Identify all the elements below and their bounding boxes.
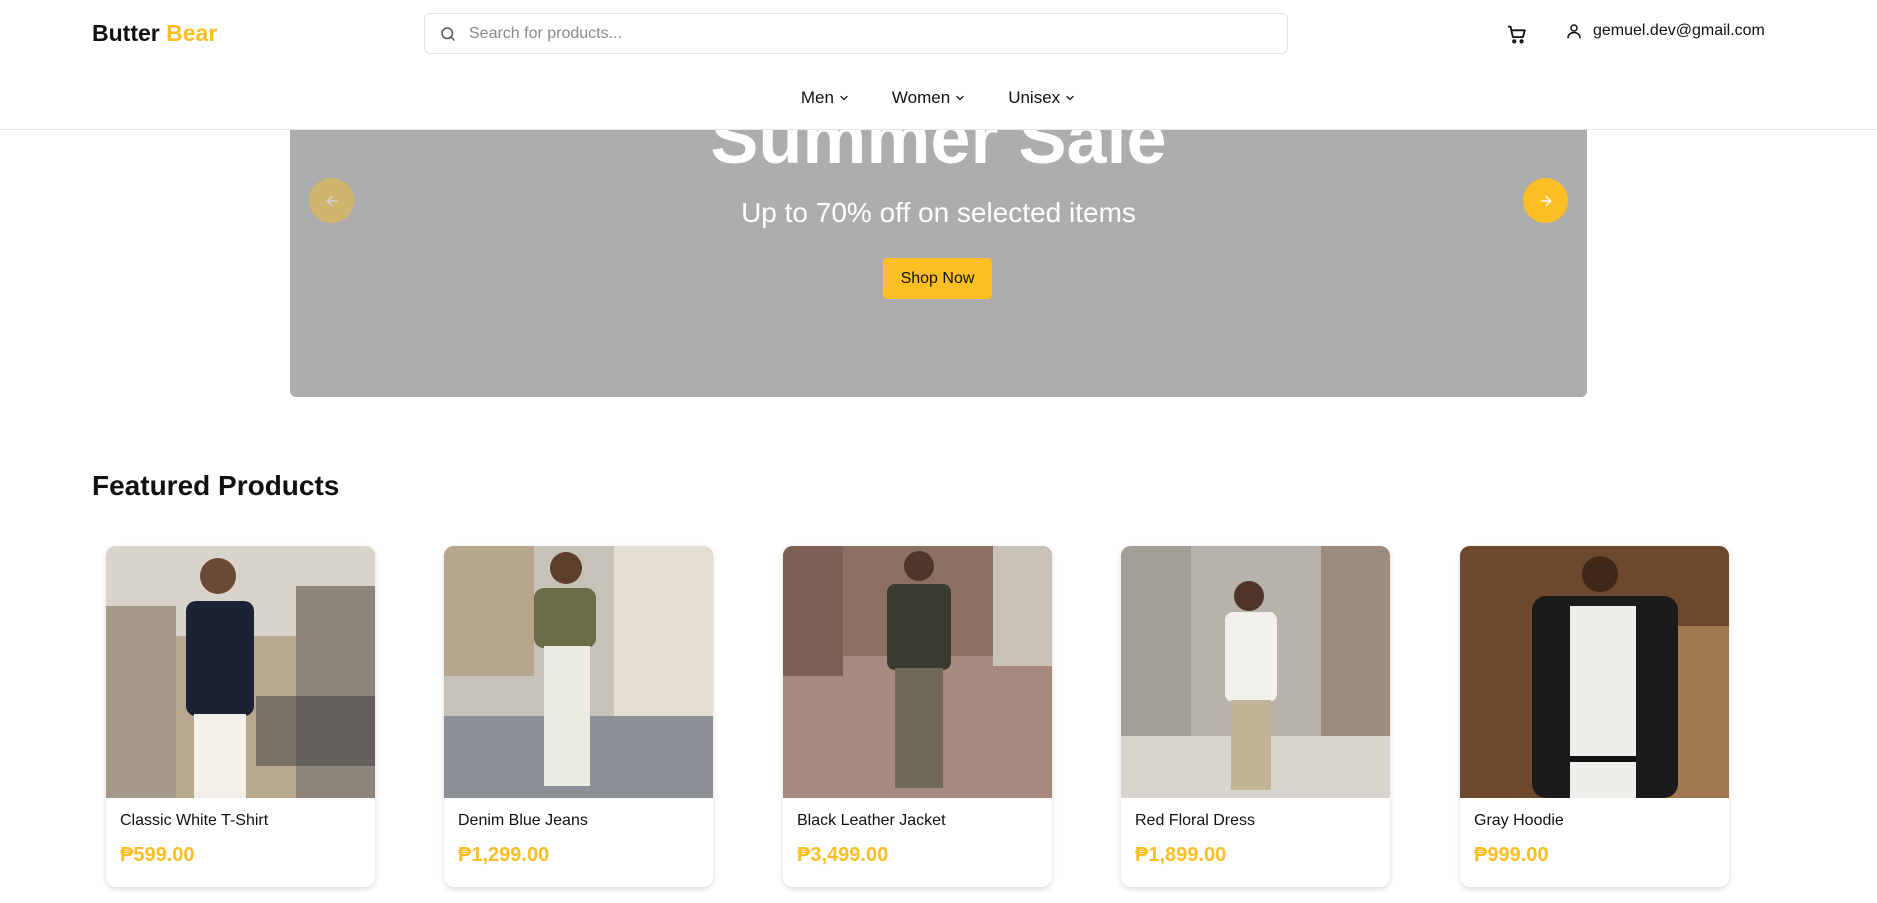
user-account[interactable]: gemuel.dev@gmail.com bbox=[1565, 22, 1765, 40]
brand-logo[interactable]: Butter Bear bbox=[92, 20, 217, 47]
product-image bbox=[1460, 546, 1729, 798]
hero-subtitle: Up to 70% off on selected items bbox=[741, 197, 1136, 228]
nav-item-label: Men bbox=[800, 88, 834, 107]
chevron-down-icon bbox=[1066, 95, 1074, 101]
product-name: Gray Hoodie bbox=[1474, 812, 1564, 829]
nav-item-label: Unisex bbox=[1008, 88, 1061, 107]
product-name: Classic White T-Shirt bbox=[120, 812, 269, 829]
product-image bbox=[783, 546, 1052, 798]
nav-item-label: Women bbox=[891, 88, 951, 107]
site-header: Butter Bear gemuel.dev@gmail.com Men Wom… bbox=[0, 0, 1877, 130]
product-price: ₱3,499.00 bbox=[797, 844, 889, 866]
product-card[interactable]: Black Leather Jacket ₱3,499.00 bbox=[783, 546, 1052, 887]
product-name: Black Leather Jacket bbox=[797, 812, 946, 829]
product-image bbox=[1121, 546, 1390, 798]
nav-item-unisex[interactable]: Unisex bbox=[1008, 88, 1076, 108]
product-card[interactable]: Red Floral Dress ₱1,899.00 bbox=[1121, 546, 1390, 887]
search-bar[interactable] bbox=[424, 13, 1288, 54]
carousel-next-button[interactable] bbox=[1523, 178, 1568, 223]
product-card[interactable]: Classic White T-Shirt ₱599.00 bbox=[106, 546, 375, 887]
product-card[interactable]: Denim Blue Jeans ₱1,299.00 bbox=[444, 546, 713, 887]
product-price: ₱999.00 bbox=[1474, 844, 1549, 866]
nav-item-women[interactable]: Women bbox=[892, 88, 966, 108]
cart-icon bbox=[1507, 25, 1526, 44]
product-name: Red Floral Dress bbox=[1135, 812, 1256, 829]
cart-button[interactable] bbox=[1506, 23, 1528, 45]
product-price: ₱1,299.00 bbox=[458, 844, 550, 866]
chevron-down-icon bbox=[956, 95, 964, 101]
product-price: ₱599.00 bbox=[120, 844, 195, 866]
category-nav: Men Women Unisex bbox=[0, 88, 1877, 108]
search-input[interactable] bbox=[469, 24, 1269, 43]
arrow-right-icon bbox=[1540, 195, 1551, 206]
arrow-left-icon bbox=[326, 195, 337, 206]
featured-products-title: Featured Products bbox=[92, 470, 340, 501]
product-name: Denim Blue Jeans bbox=[458, 812, 588, 829]
product-card[interactable]: Gray Hoodie ₱999.00 bbox=[1460, 546, 1729, 887]
user-icon bbox=[1567, 24, 1581, 39]
brand-name-primary: Butter bbox=[92, 20, 160, 46]
product-image bbox=[444, 546, 713, 798]
nav-item-men[interactable]: Men bbox=[801, 88, 850, 108]
brand-name-accent: Bear bbox=[166, 20, 218, 46]
search-icon bbox=[441, 26, 455, 41]
product-image bbox=[106, 546, 375, 798]
carousel-prev-button[interactable] bbox=[309, 178, 354, 223]
shop-now-button[interactable]: Shop Now bbox=[883, 258, 992, 299]
user-email: gemuel.dev@gmail.com bbox=[1593, 22, 1765, 39]
product-price: ₱1,899.00 bbox=[1135, 844, 1227, 866]
chevron-down-icon bbox=[840, 95, 848, 101]
